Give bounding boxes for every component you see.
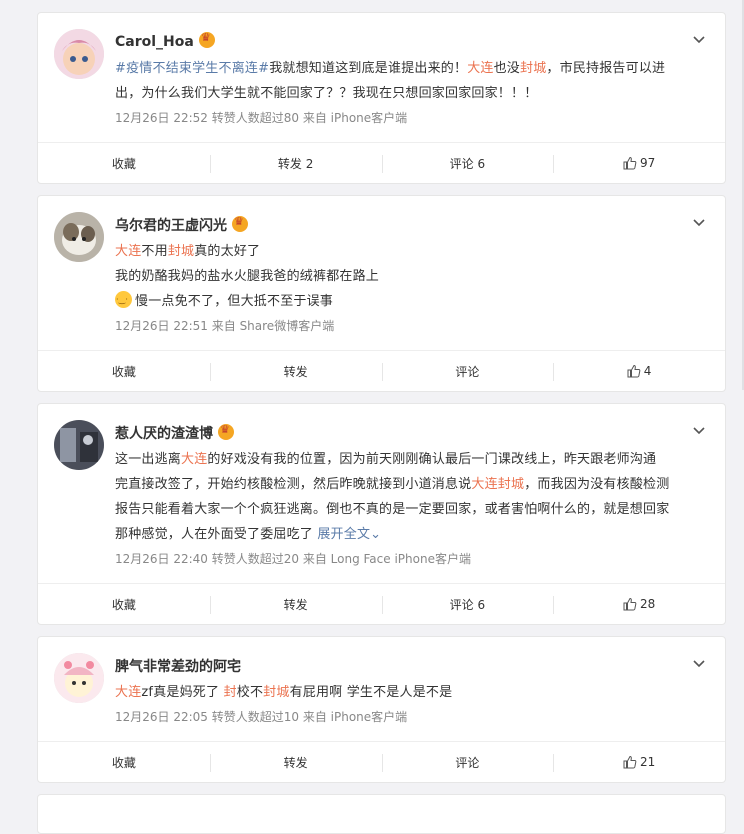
post-text: 校不 [236,685,264,700]
weibo-post-card: Carol_Hoa #疫情不结束学生不离连#我就想知道这到底是谁提出来的！大连也… [37,12,726,184]
thumbs-up-icon [623,597,637,611]
post-text-line: 这一出逃离大连的好戏没有我的位置，因为前天刚刚确认最后一门课改线上，昨天跟老师沟… [115,447,695,472]
post-text-line: 大连不用封城真的太好了 [115,239,695,264]
favorite-button[interactable]: 收藏 [38,143,210,183]
keyword-link[interactable]: 大连 [467,61,493,76]
weibo-post-card: 惹人厌的渣渣博 这一出逃离大连的好戏没有我的位置，因为前天刚刚确认最后一门课改线… [37,403,726,625]
keyword-link[interactable]: 大连封城 [471,477,524,492]
favorite-button[interactable]: 收藏 [38,584,210,624]
avatar[interactable] [54,212,104,262]
post-content: 大连不用封城真的太好了我的奶酪我妈的盐水火腿我爸的绒裤都在路上慢一点免不了，但大… [115,239,695,314]
post-content: 这一出逃离大连的好戏没有我的位置，因为前天刚刚确认最后一门课改线上，昨天跟老师沟… [115,447,695,547]
comment-button[interactable]: 评论 [381,742,554,782]
keyword-link[interactable]: 封城 [520,61,546,76]
post-text-line: 完直接改签了，开始约核酸检测，然后昨晚就接到小道消息说大连封城，而我因为没有核酸… [115,472,695,497]
post-text: 出，为什么我们大学生就不能回家了？？我现在只想回家回家回家！！！ [115,86,538,101]
smile-emoji-icon [115,291,132,308]
post-text: ，而我因为没有核酸检测 [524,477,670,492]
post-text-line: 报告只能看着大家一个个疯狂逃离。倒也不真的是一定要回家，或者害怕啊什么的，就是想… [115,497,695,522]
repost-button[interactable]: 转发 [209,742,382,782]
chevron-down-icon[interactable] [691,214,707,230]
post-text: 的好戏没有我的位置，因为前天刚刚确认最后一门课改线上，昨天跟老师沟通 [207,452,657,467]
repost-button[interactable]: 转发 [209,351,382,391]
post-text: 慢一点免不了，但大抵不至于误事 [135,294,334,309]
weibo-post-card-partial [37,794,726,834]
post-text-line: 那种感觉，人在外面受了委屈吃了 展开全文⌄ [115,522,695,547]
comment-button[interactable]: 评论 [381,351,554,391]
post-meta: 12月26日 22:51 来自 Share微博客户端 [115,319,335,333]
like-button[interactable]: 4 [553,351,725,391]
post-content: 大连zf真是妈死了 封校不封城有屁用啊 学生不是人是不是 [115,680,695,705]
post-text: zf真是妈死了 [141,685,224,700]
thumbs-up-icon [623,755,637,769]
hashtag-link[interactable]: #疫情不结束学生不离连# [115,61,269,76]
like-button[interactable]: 21 [553,742,725,782]
username[interactable]: Carol_Hoa [115,31,215,50]
post-text-line: 慢一点免不了，但大抵不至于误事 [115,289,695,314]
favorite-button[interactable]: 收藏 [38,742,210,782]
action-bar: 收藏 转发 评论 6 28 [38,583,725,624]
post-text: 完直接改签了，开始约核酸检测，然后昨晚就接到小道消息说 [115,477,472,492]
post-text: 那种感觉，人在外面受了委屈吃了 [115,527,318,542]
post-meta: 12月26日 22:05 转赞人数超过10 来自 iPhone客户端 [115,710,408,724]
thumbs-up-icon [627,364,641,378]
username[interactable]: 惹人厌的渣渣博 [115,423,234,443]
post-text-line: 出，为什么我们大学生就不能回家了？？我现在只想回家回家回家！！！ [115,81,695,106]
username[interactable]: 脾气非常差劲的阿宅 [115,656,241,676]
chevron-down-icon[interactable] [691,422,707,438]
favorite-button[interactable]: 收藏 [38,351,210,391]
weibo-post-card: 乌尔君的王虚闪光 大连不用封城真的太好了我的奶酪我妈的盐水火腿我爸的绒裤都在路上… [37,195,726,392]
repost-button[interactable]: 转发 2 [209,143,382,183]
repost-button[interactable]: 转发 [209,584,382,624]
keyword-link[interactable]: 大连 [115,685,141,700]
keyword-link[interactable]: 封 [224,685,237,700]
post-text: 有屁用啊 学生不是人是不是 [289,685,453,700]
post-text-line: 我的奶酪我妈的盐水火腿我爸的绒裤都在路上 [115,264,695,289]
action-bar: 收藏 转发 评论 4 [38,350,725,391]
weibo-post-card: 脾气非常差劲的阿宅 大连zf真是妈死了 封校不封城有屁用啊 学生不是人是不是 1… [37,636,726,783]
comment-button[interactable]: 评论 6 [381,584,554,624]
action-bar: 收藏 转发 评论 21 [38,741,725,782]
chevron-down-icon[interactable] [691,31,707,47]
post-text-line: #疫情不结束学生不离连#我就想知道这到底是谁提出来的！大连也没封城，市民持报告可… [115,56,695,81]
post-content: #疫情不结束学生不离连#我就想知道这到底是谁提出来的！大连也没封城，市民持报告可… [115,56,695,106]
post-text-line: 大连zf真是妈死了 封校不封城有屁用啊 学生不是人是不是 [115,680,695,705]
post-text: 真的太好了 [194,244,261,259]
post-text: 我的奶酪我妈的盐水火腿我爸的绒裤都在路上 [115,269,380,284]
avatar[interactable] [54,653,104,703]
vip-badge-icon [232,215,248,232]
vip-badge-icon [198,31,215,48]
username[interactable]: 乌尔君的王虚闪光 [115,215,248,235]
expand-full-text-link[interactable]: ⌄ [370,527,381,542]
keyword-link[interactable]: 大连 [115,244,141,259]
post-text: 报告只能看着大家一个个疯狂逃离。倒也不真的是一定要回家，或者害怕啊什么的，就是想… [115,502,670,517]
post-meta: 12月26日 22:40 转赞人数超过20 来自 Long Face iPhon… [115,552,471,566]
keyword-link[interactable]: 封城 [263,685,289,700]
chevron-down-icon[interactable] [691,655,707,671]
comment-button[interactable]: 评论 6 [381,143,554,183]
avatar[interactable] [54,420,104,470]
like-button[interactable]: 28 [553,584,725,624]
expand-full-text-link[interactable]: 展开全文 [317,527,370,542]
post-text: 我就想知道这到底是谁提出来的！ [269,61,468,76]
keyword-link[interactable]: 大连 [181,452,207,467]
post-text: 这一出逃离 [115,452,182,467]
post-text: 不用 [141,244,168,259]
action-bar: 收藏 转发 2 评论 6 97 [38,142,725,183]
post-meta: 12月26日 22:52 转赞人数超过80 来自 iPhone客户端 [115,111,408,125]
avatar[interactable] [54,29,104,79]
post-text: ，市民持报告可以进 [546,61,666,76]
vip-badge-icon [218,423,234,440]
keyword-link[interactable]: 封城 [168,244,194,259]
thumbs-up-icon [623,156,637,170]
post-text: 也没 [493,61,521,76]
like-button[interactable]: 97 [553,143,725,183]
